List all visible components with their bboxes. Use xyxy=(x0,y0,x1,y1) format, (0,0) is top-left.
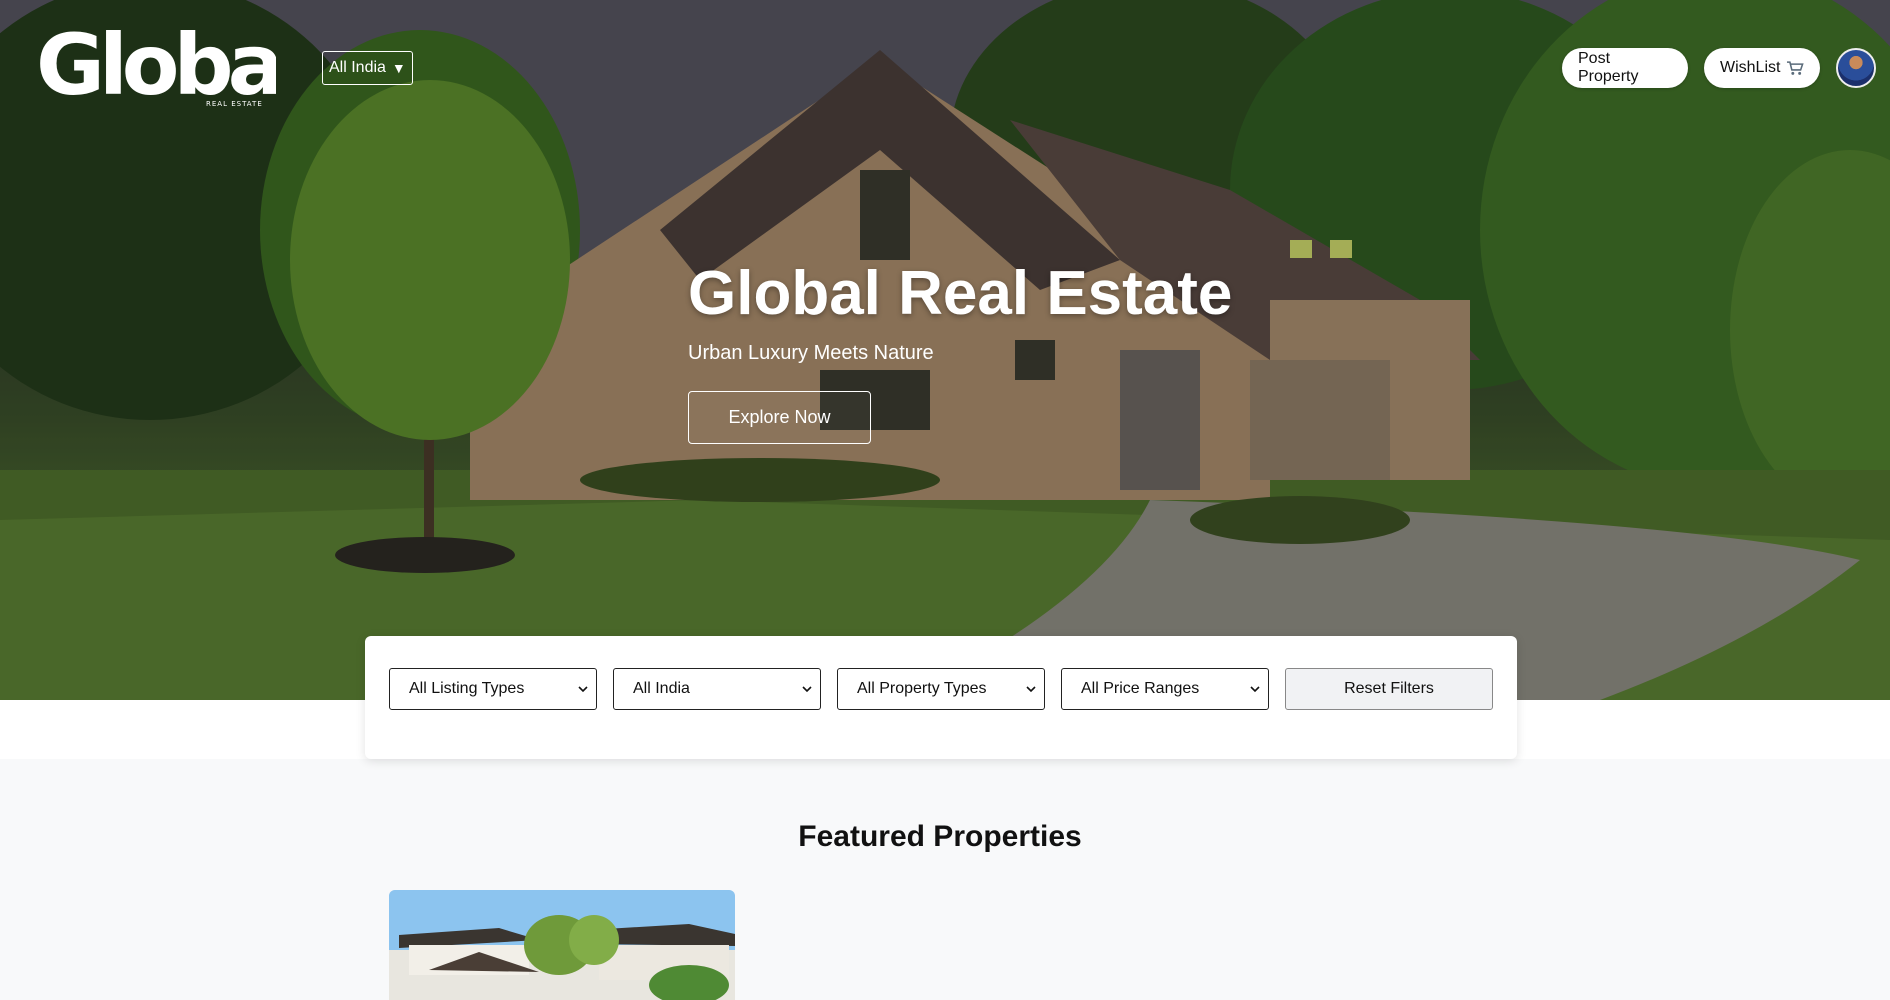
listing-type-select[interactable]: All Listing Types xyxy=(389,668,597,710)
region-select-value: All India xyxy=(329,59,386,76)
chevron-down-icon xyxy=(802,686,812,693)
filter-panel: All Listing Types All India All Property… xyxy=(365,636,1517,759)
hero-subtitle: Urban Luxury Meets Nature xyxy=(688,342,934,364)
post-property-label: Post Property xyxy=(1578,50,1639,85)
property-type-value: All Property Types xyxy=(857,680,987,697)
user-avatar[interactable] xyxy=(1836,48,1876,88)
wishlist-label: WishList xyxy=(1720,59,1781,76)
location-select[interactable]: All India xyxy=(613,668,821,710)
logo-wordmark: Global xyxy=(36,24,276,108)
chevron-down-icon xyxy=(1250,686,1260,693)
reset-filters-label: Reset Filters xyxy=(1344,680,1434,697)
caret-down-icon: ▼ xyxy=(391,60,406,76)
post-property-button[interactable]: Post Property xyxy=(1562,48,1688,88)
featured-properties-heading: Featured Properties xyxy=(798,820,1082,853)
explore-now-label: Explore Now xyxy=(728,407,831,427)
region-select[interactable]: All India ▼ xyxy=(322,51,413,85)
explore-now-button[interactable]: Explore Now xyxy=(688,391,871,444)
hero-overlay xyxy=(0,0,1890,700)
chevron-down-icon xyxy=(1026,686,1036,693)
cart-icon xyxy=(1787,61,1804,75)
chevron-down-icon xyxy=(578,686,588,693)
logo-subtext: REAL ESTATE xyxy=(206,100,263,108)
wishlist-button[interactable]: WishList xyxy=(1704,48,1820,88)
price-range-value: All Price Ranges xyxy=(1081,680,1200,697)
property-type-select[interactable]: All Property Types xyxy=(837,668,1045,710)
reset-filters-button[interactable]: Reset Filters xyxy=(1285,668,1493,710)
global-logo[interactable]: Global REAL ESTATE xyxy=(36,16,307,114)
listing-type-value: All Listing Types xyxy=(409,680,525,697)
hero-banner xyxy=(0,0,1890,700)
property-card[interactable] xyxy=(389,890,735,1000)
hero-title: Global Real Estate xyxy=(688,259,1233,328)
global-logo-mark: Global REAL ESTATE xyxy=(36,16,307,114)
price-range-select[interactable]: All Price Ranges xyxy=(1061,668,1269,710)
property-image xyxy=(389,890,735,1000)
location-value: All India xyxy=(633,680,690,697)
